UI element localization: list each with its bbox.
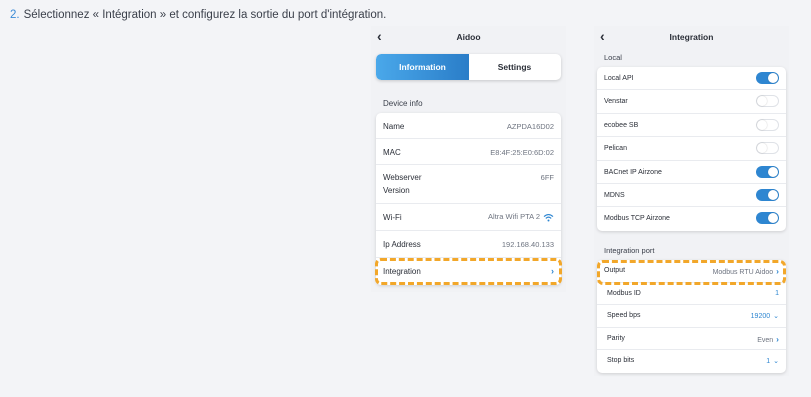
row-webserver: Webserver Version 6FF [376,165,561,204]
parity-value: Even [757,336,774,344]
local-item-modbus-tcp: Modbus TCP Airzone [597,207,786,230]
name-label: Name [383,122,405,131]
local-item-mdns: MDNS [597,184,786,208]
row-ip: Ip Address 192.168.40.133 [376,231,561,258]
device-info-label: Device info [383,99,423,108]
output-value: Modbus RTU Aidoo [712,269,774,276]
webserver-label-line2: Version [383,186,410,195]
venstar-toggle[interactable] [756,95,779,108]
pelican-label: Pelican [604,145,627,153]
integration-port-label: Integration port [604,246,655,255]
wifi-value: Altra Wifi PTA 2 [488,212,540,221]
mac-label: MAC [383,148,401,157]
instruction-body: Sélectionnez « Intégration » et configur… [23,9,387,21]
aidoo-topbar: ‹ Aidoo [371,26,566,48]
ip-value: 192.168.40.133 [501,240,554,249]
instruction-text: 2. Sélectionnez « Intégration » et config… [10,9,386,21]
ecobee-toggle[interactable] [756,118,779,131]
chevron-down-icon: ⌄ [773,313,779,321]
port-row-modbus-id[interactable]: Modbus ID 1 [597,283,786,306]
chevron-down-icon: ⌄ [773,358,779,366]
modbus-id-label: Modbus ID [607,289,641,297]
mdns-label: MDNS [604,191,625,199]
local-item-local-api: Local API [597,67,786,91]
bacnet-label: BACnet IP Airzone [604,168,662,176]
ecobee-label: ecobee SB [604,121,639,129]
local-item-ecobee: ecobee SB [597,114,786,138]
bacnet-toggle[interactable] [756,165,779,178]
speed-label: Speed bps [607,312,641,320]
output-label: Output [604,267,626,274]
parity-label: Parity [607,334,625,342]
integration-screen: ‹ Integration Local Local API Venstar ec… [594,26,789,376]
webserver-value: 6FF [540,173,554,182]
tab-settings[interactable]: Settings [468,54,561,80]
step-number: 2. [10,9,20,21]
local-card: Local API Venstar ecobee SB Pelican BACn… [597,67,786,231]
speed-value-wrap: 19200 ⌄ [751,312,779,320]
row-wifi: Wi-Fi Altra Wifi PTA 2 [376,204,561,231]
mac-value: E8:4F:25:E0:6D:02 [490,148,554,157]
stop-bits-value: 1 [766,358,771,366]
mdns-toggle[interactable] [756,188,779,201]
output-value-wrap: Modbus RTU Aidoo › [713,266,779,276]
local-item-venstar: Venstar [597,90,786,114]
row-integration[interactable]: Integration › [376,258,561,285]
tab-information[interactable]: Information [376,54,469,80]
chevron-right-icon: › [776,333,779,344]
name-value: AZPDA16D02 [506,122,554,131]
aidoo-tabs: Information Settings [376,54,561,80]
port-row-parity[interactable]: Parity Even › [597,328,786,351]
local-label: Local [604,53,622,62]
parity-value-wrap: Even › [757,334,779,344]
wifi-label: Wi-Fi [383,213,402,222]
port-row-output[interactable]: Output Modbus RTU Aidoo › [597,260,786,283]
stop-bits-value-wrap: 1 ⌄ [766,357,779,365]
stop-bits-label: Stop bits [607,357,635,365]
local-api-toggle[interactable] [756,72,779,84]
integration-label: Integration [383,267,421,276]
chevron-right-icon: › [776,266,779,276]
venstar-label: Venstar [604,98,628,106]
chevron-right-icon: › [551,266,554,276]
row-name: Name AZPDA16D02 [376,113,561,139]
port-row-speed[interactable]: Speed bps 19200 ⌄ [597,305,786,328]
integration-title: Integration [669,32,714,42]
pelican-toggle[interactable] [756,142,779,155]
row-mac: MAC E8:4F:25:E0:6D:02 [376,139,561,165]
speed-value: 19200 [750,313,771,321]
aidoo-screen: ‹ Aidoo Information Settings Device info… [371,26,566,292]
webserver-label-line1: Webserver [383,173,422,182]
wifi-value-wrap: Altra Wifi PTA 2 [488,212,554,222]
modbus-tcp-toggle[interactable] [756,212,779,225]
modbus-id-value: 1 [775,289,779,297]
integration-port-card: Output Modbus RTU Aidoo › Modbus ID 1 Spe… [597,260,786,373]
local-item-pelican: Pelican [597,137,786,161]
modbus-tcp-label: Modbus TCP Airzone [604,215,670,223]
device-info-card: Name AZPDA16D02 MAC E8:4F:25:E0:6D:02 We… [376,113,561,285]
port-row-stop-bits[interactable]: Stop bits 1 ⌄ [597,350,786,373]
local-api-label: Local API [604,75,634,82]
local-item-bacnet: BACnet IP Airzone [597,161,786,184]
integration-topbar: ‹ Integration [594,26,789,48]
ip-label: Ip Address [383,240,421,249]
wifi-icon [543,213,554,221]
aidoo-title: Aidoo [456,32,481,42]
